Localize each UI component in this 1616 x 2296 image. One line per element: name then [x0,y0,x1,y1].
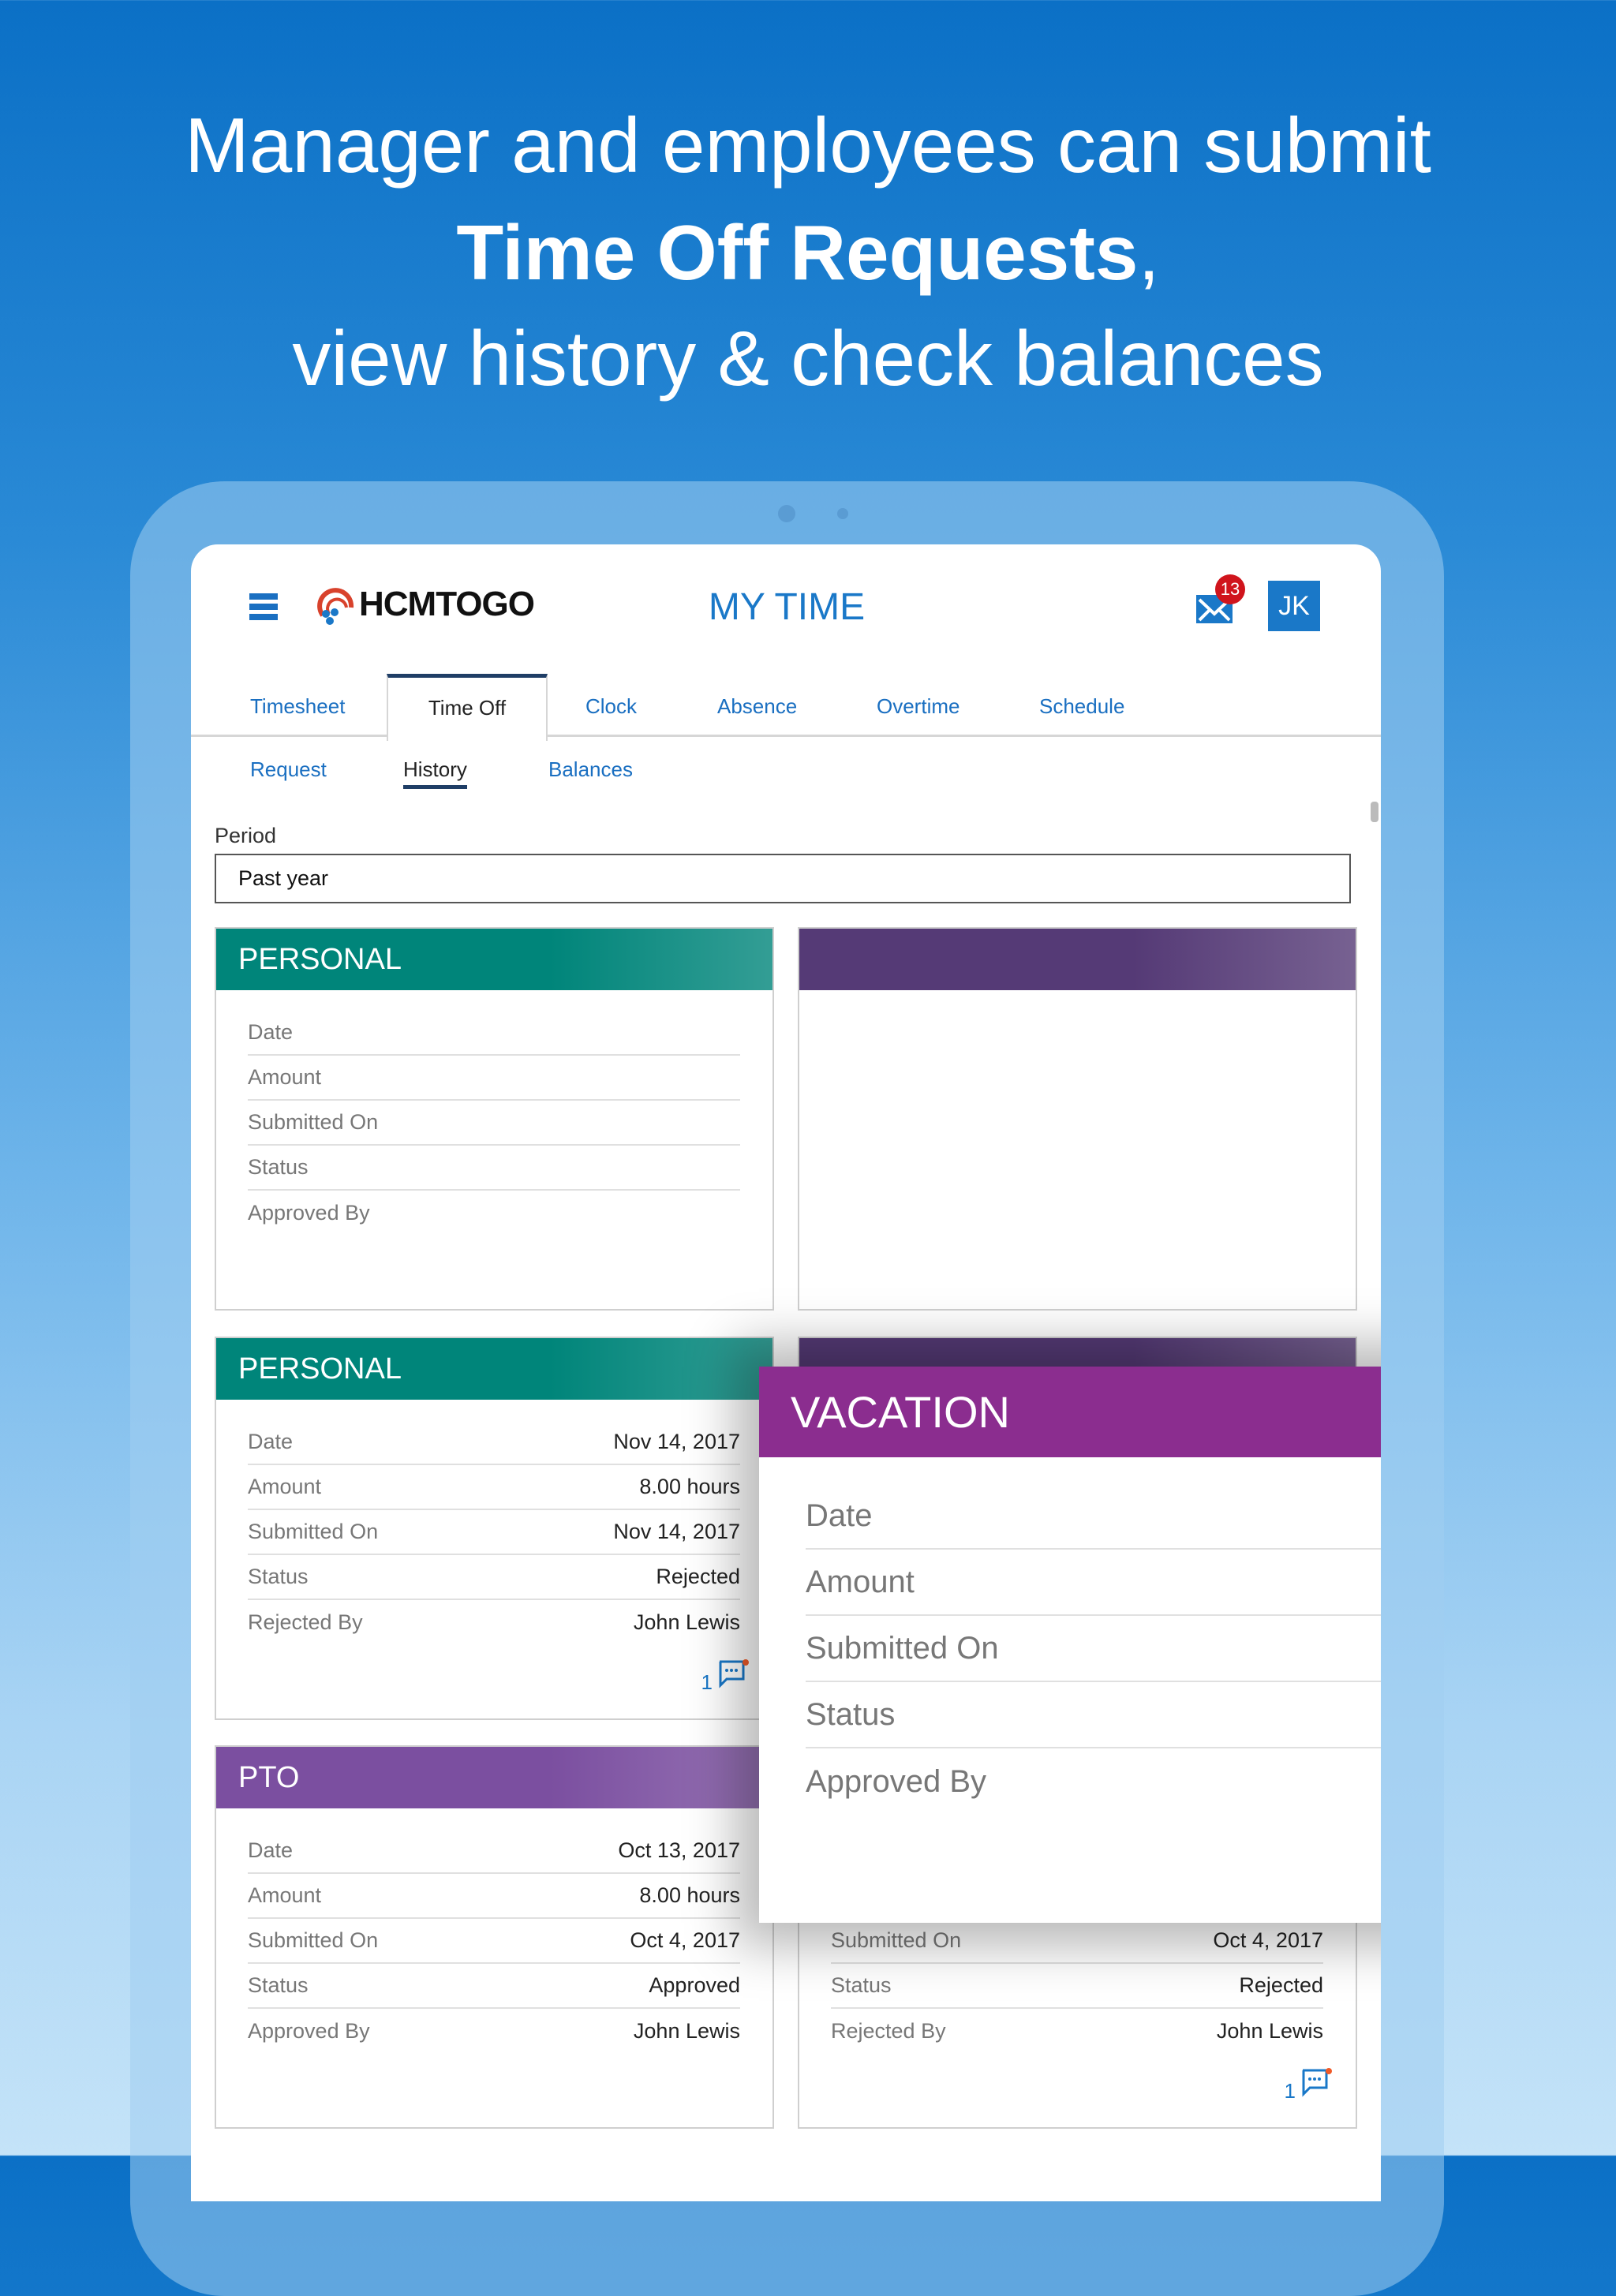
row-value: Nov 14, 2017 [613,1520,740,1543]
row-label: Status [248,1565,309,1588]
headline-comma: , [1138,209,1160,296]
row-value: Oct 13, 2017 [618,1838,740,1862]
row-value: John Lewis [1216,2019,1323,2043]
row-value: John Lewis [633,1610,740,1634]
tablet-sensor [837,508,848,519]
popup-row: Approved ByTor Appelgren [806,1748,1381,1815]
row-label: Submitted On [248,1928,379,1952]
row-label: Status [248,1973,309,1997]
vacation-detail-popup: VACATION DateOct 4, 2018Amount08:00 hour… [759,1367,1381,1923]
row-value: Rejected [656,1565,740,1588]
popup-title: VACATION [759,1367,1381,1457]
tab-overtime[interactable]: Overtime [877,694,960,719]
headline-bold: Time Off Requests [456,209,1139,296]
app-screen: HCMTOGO MY TIME 13 JK Timesheet Time Off… [191,544,1381,2201]
row-label: Amount [248,1475,322,1498]
card-row: Status Rejected [831,1964,1323,2009]
row-value: John Lewis [633,2019,740,2043]
row-value: Oct 4, 2017 [1213,1928,1323,1952]
card-row: Submitted On Nov 14, 2017 [248,1510,740,1555]
time-off-card[interactable]: PERSONAL Date Nov 14, 2017 Amount 8.00 hours… [215,1337,774,1720]
tablet-camera [778,505,795,522]
period-label: Period [215,824,277,847]
tab-time-off[interactable]: Time Off [387,674,548,741]
card-row: Amount [248,1056,740,1101]
time-off-card[interactable]: PERSONAL Date Amount Submitted On Status Appr… [215,927,774,1311]
comment-count: 1 [1284,2079,1296,2103]
row-value: 8.00 hours [639,1475,740,1498]
comment-icon[interactable] [1300,2068,1332,2103]
card-row: Rejected By John Lewis [831,2009,1323,2054]
card-title: PERSONAL [216,1338,772,1400]
headline-line-3: view history & check balances [292,315,1324,402]
card-row: Amount 8.00 hours [248,1465,740,1510]
popup-row: StatusApproved [806,1682,1381,1748]
period-select[interactable]: Past year [215,854,1351,903]
tab-absence[interactable]: Absence [717,694,797,719]
time-off-card[interactable]: PTO Date Oct 13, 2017 Amount 8.00 hours Submi… [215,1745,774,2129]
card-row: Date Oct 13, 2017 [248,1829,740,1874]
mail-badge: 13 [1215,574,1245,604]
row-label: Amount [248,1065,322,1089]
popup-row: DateOct 4, 2018 [806,1483,1381,1550]
card-row: Status [248,1146,740,1191]
row-label: Date [248,1430,294,1453]
card-actions: 1 [701,1659,749,1695]
popup-row: Submitted OnOct 1, 2018 [806,1616,1381,1682]
card-row: Amount 8.00 hours [248,1874,740,1919]
subtab-balances[interactable]: Balances [548,757,633,782]
row-value: Approved [649,1973,740,1997]
row-value: Nov 14, 2017 [613,1430,740,1453]
headline-line-1: Manager and employees can submit [185,102,1431,189]
row-value: Rejected [1239,1973,1323,1997]
row-label: Date [248,1838,294,1862]
card-row: Submitted On [248,1101,740,1146]
row-label: Date [806,1498,873,1533]
card-row: Approved By [248,1191,740,1236]
row-label: Status [806,1696,896,1732]
subtab-request[interactable]: Request [250,757,327,782]
scrollbar[interactable] [1371,802,1378,822]
tab-bar-divider [191,735,1381,737]
row-value: Oct 4, 2017 [630,1928,740,1952]
avatar[interactable]: JK [1268,581,1320,631]
card-row: Status Approved [248,1964,740,2009]
row-value: 8.00 hours [639,1883,740,1907]
card-row: Rejected By John Lewis [248,1600,740,1645]
row-label: Submitted On [248,1110,379,1134]
tab-timesheet[interactable]: Timesheet [250,694,345,719]
card-row: Approved By John Lewis [248,2009,740,2054]
row-label: Rejected By [248,1610,363,1634]
tab-schedule[interactable]: Schedule [1039,694,1124,719]
card-title [799,929,1356,990]
row-label: Submitted On [806,1630,999,1666]
row-label: Rejected By [831,2019,946,2043]
card-actions: 1 [1285,2068,1332,2103]
row-label: Status [248,1155,309,1179]
comment-icon[interactable] [717,1659,749,1695]
row-label: Approved By [806,1763,987,1799]
row-label: Date [248,1020,294,1044]
row-label: Submitted On [248,1520,379,1543]
card-row: Status Rejected [248,1555,740,1600]
row-label: Amount [806,1564,915,1599]
row-label: Status [831,1973,892,1997]
tab-clock[interactable]: Clock [585,694,637,719]
card-row: Submitted On Oct 4, 2017 [831,1919,1323,1964]
popup-row: Amount08:00 hours [806,1550,1381,1616]
row-label: Amount [248,1883,322,1907]
subtab-history[interactable]: History [403,757,467,789]
time-off-card[interactable] [798,927,1357,1311]
card-title: PERSONAL [216,929,772,990]
card-title: PTO [216,1747,772,1808]
card-row: Date Nov 14, 2017 [248,1420,740,1465]
row-label: Submitted On [831,1928,962,1952]
row-label: Approved By [248,2019,370,2043]
card-row: Date [248,1011,740,1056]
card-row: Submitted On Oct 4, 2017 [248,1919,740,1964]
comment-count: 1 [701,1670,713,1694]
row-label: Approved By [248,1201,370,1225]
headline-line-2: Time Off Requests, [0,214,1616,291]
